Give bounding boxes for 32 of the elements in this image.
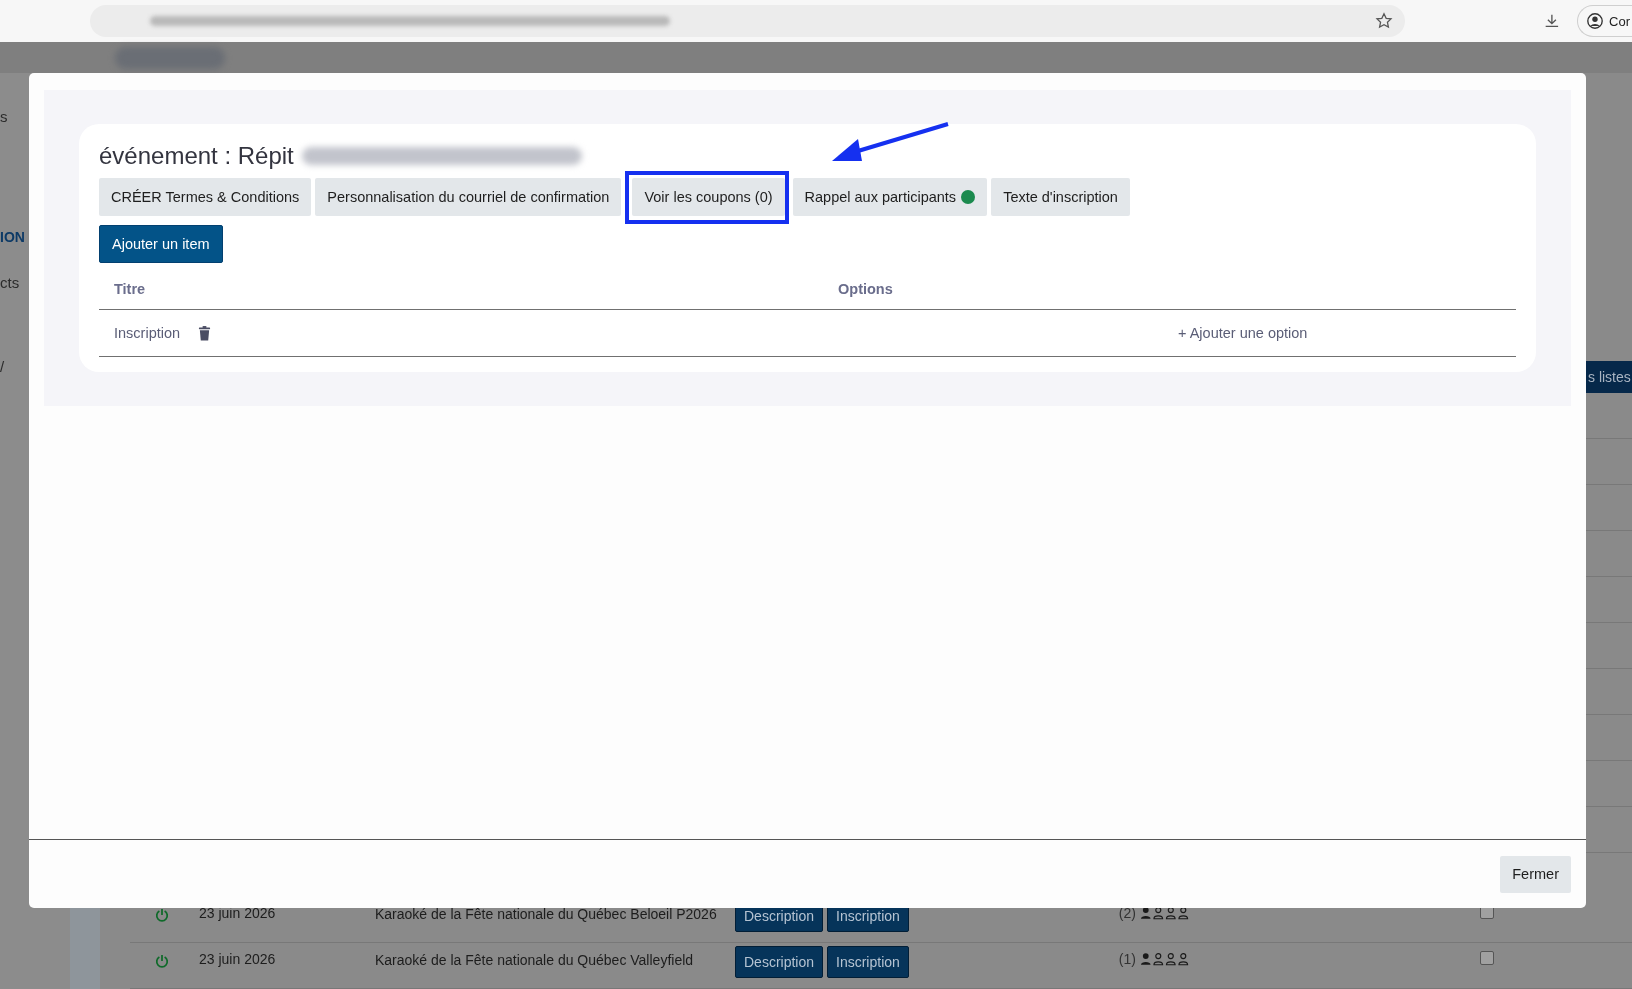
column-header: Options (837, 281, 893, 297)
date-text: 23 juin 2026 (199, 905, 277, 921)
tab-button[interactable]: Rappel aux participants (792, 178, 988, 216)
tab-button[interactable]: Personnalisation du courriel de confirmation (315, 178, 622, 216)
star-icon[interactable] (1375, 12, 1394, 30)
column-header: Titre (113, 281, 146, 297)
sidebar-item[interactable]: cts (0, 269, 20, 353)
tab-button[interactable]: Texte d'inscription (991, 178, 1130, 216)
date-text: 23 juin 2026 (199, 951, 277, 967)
tab-button[interactable]: Voir les coupons (0) (632, 178, 785, 216)
sidebar-item[interactable]: / (0, 353, 5, 437)
checkbox[interactable] (1479, 951, 1494, 965)
count-text: (1) (1118, 951, 1136, 967)
modal-title: événement : Répit (99, 142, 294, 170)
address-field[interactable] (90, 5, 1406, 37)
close-button[interactable]: Fermer (1500, 855, 1571, 893)
tab-button[interactable]: CRÉER Termes & Conditions (99, 178, 312, 216)
event-title: Karaoké de la Fête nationale du Québec Beloeil P2026 (375, 905, 718, 924)
add-item-button[interactable]: Ajouter un item (99, 225, 223, 263)
people-icon (1139, 952, 1190, 966)
user-icon (1586, 12, 1605, 30)
sidebar-item[interactable]: ION (0, 223, 25, 269)
event-title: Karaoké de la Fête nationale du Québec Valleyfield (375, 951, 695, 970)
add-option-link[interactable]: + Ajouter une option (1178, 325, 1308, 341)
people-icon (1139, 906, 1190, 920)
sidebar-item[interactable]: s (0, 103, 8, 223)
row-button[interactable]: Description (735, 946, 824, 978)
profile-button[interactable]: Cor (1577, 5, 1632, 37)
count-text: (2) (1118, 905, 1136, 921)
row-button[interactable]: Inscription (827, 946, 909, 978)
trash-icon[interactable] (198, 325, 212, 341)
table-cell: Inscription (114, 325, 181, 341)
